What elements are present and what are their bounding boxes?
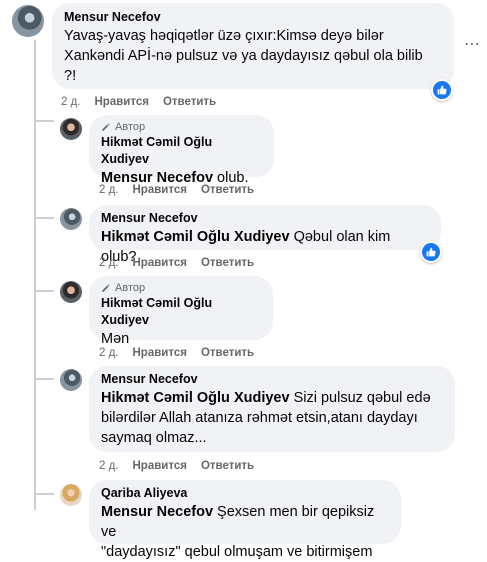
comment-bubble-4: Автор Hikmət Cəmil Oğlu Xudiyev Mən <box>89 276 273 347</box>
comment-timestamp[interactable]: 2 д. <box>61 95 81 109</box>
comment-text-line: "daydayısız" qebul olmuşam ve bitirmişem <box>101 544 373 560</box>
comment-timestamp[interactable]: 2 д. <box>99 256 119 270</box>
comment-bubble-6: Qariba Aliyeva Mensur Necefov Şexsen men… <box>89 480 401 560</box>
reply-connector <box>34 493 54 495</box>
avatar-qariba-aliyeva[interactable] <box>60 484 82 506</box>
thumbs-up-icon <box>437 85 447 95</box>
avatar-hikmet-xudiyev[interactable] <box>60 118 82 140</box>
like-button[interactable]: Нравится <box>133 459 187 473</box>
comment-actions-4: 2 д. Нравится Ответить <box>99 346 254 360</box>
author-badge: Автор <box>101 120 262 134</box>
comment-actions-5: 2 д. Нравится Ответить <box>99 459 254 473</box>
thumbs-up-icon <box>426 247 436 257</box>
comment-timestamp[interactable]: 2 д. <box>99 183 119 197</box>
mention-link[interactable]: Mensur Necefov <box>101 504 213 520</box>
mention-link[interactable]: Hikmət Cəmil Oğlu Xudiyev <box>101 390 290 406</box>
comment-bubble-3: Mensur Necefov Hikmət Cəmil Oğlu Xudiyev… <box>89 205 441 265</box>
comment-bubble-1: Mensur Necefov Yavaş-yavaş həqiqətlər üz… <box>52 3 454 89</box>
avatar-mensur-necefov[interactable] <box>12 5 44 37</box>
comment-text-line: Xankəndi APİ-nə pulsuz və ya daydayısız … <box>64 48 423 64</box>
reply-button[interactable]: Ответить <box>201 183 254 197</box>
avatar-mensur-necefov[interactable] <box>60 369 82 391</box>
comment-actions-3: 2 д. Нравится Ответить <box>99 256 254 270</box>
reply-connector <box>34 120 54 122</box>
reply-button[interactable]: Ответить <box>201 346 254 360</box>
like-button[interactable]: Нравится <box>95 95 149 109</box>
author-badge-label: Автор <box>115 282 146 294</box>
comment-author[interactable]: Mensur Necefov <box>101 210 429 227</box>
like-reaction-badge[interactable] <box>431 79 453 101</box>
like-button[interactable]: Нравится <box>133 346 187 360</box>
reply-button[interactable]: Ответить <box>163 95 216 109</box>
comment-actions-2: 2 д. Нравится Ответить <box>99 183 254 197</box>
comment-author[interactable]: Hikmət Cəmil Oğlu Xudiyev <box>101 295 261 329</box>
reply-connector <box>34 378 54 380</box>
pen-icon <box>102 284 110 292</box>
comment-timestamp[interactable]: 2 д. <box>99 346 119 360</box>
author-badge: Автор <box>101 281 261 295</box>
more-dots-icon[interactable]: ⋯ <box>464 34 481 54</box>
author-badge-label: Автор <box>115 121 146 133</box>
comment-text-line: Yavaş-yavaş həqiqətlər üzə çıxır:Kimsə d… <box>64 28 384 44</box>
comment-timestamp[interactable]: 2 д. <box>99 459 119 473</box>
comment-text-line: ?! <box>64 68 77 84</box>
comment-author[interactable]: Mensur Necefov <box>64 9 442 26</box>
comment-text: Sizi pulsuz qəbul edə <box>293 390 431 406</box>
reply-connector <box>34 290 54 292</box>
reply-connector <box>34 217 54 219</box>
pen-icon <box>102 123 110 131</box>
reply-button[interactable]: Ответить <box>201 459 254 473</box>
comment-bubble-5: Mensur Necefov Hikmət Cəmil Oğlu Xudiyev… <box>89 366 455 452</box>
avatar-mensur-necefov[interactable] <box>60 208 82 230</box>
comment-author[interactable]: Qariba Aliyeva <box>101 485 389 502</box>
comment-bubble-2: Автор Hikmət Cəmil Oğlu Xudiyev Mensur N… <box>89 115 274 186</box>
like-reaction-badge[interactable] <box>420 241 442 263</box>
thread-connector <box>34 40 36 510</box>
mention-link[interactable]: Hikmət Cəmil Oğlu Xudiyev <box>101 229 290 245</box>
comment-text-line: bilərdilər Allah atanıza rəhmət etsin,at… <box>101 410 418 426</box>
comment-author[interactable]: Hikmət Cəmil Oğlu Xudiyev <box>101 134 262 168</box>
reply-button[interactable]: Ответить <box>201 256 254 270</box>
like-button[interactable]: Нравится <box>133 256 187 270</box>
avatar-hikmet-xudiyev[interactable] <box>60 281 82 303</box>
like-button[interactable]: Нравится <box>133 183 187 197</box>
comment-text-line: saymaq olmaz... <box>101 430 207 446</box>
comment-actions-1: 2 д. Нравится Ответить <box>61 95 216 109</box>
comment-author[interactable]: Mensur Necefov <box>101 371 443 388</box>
